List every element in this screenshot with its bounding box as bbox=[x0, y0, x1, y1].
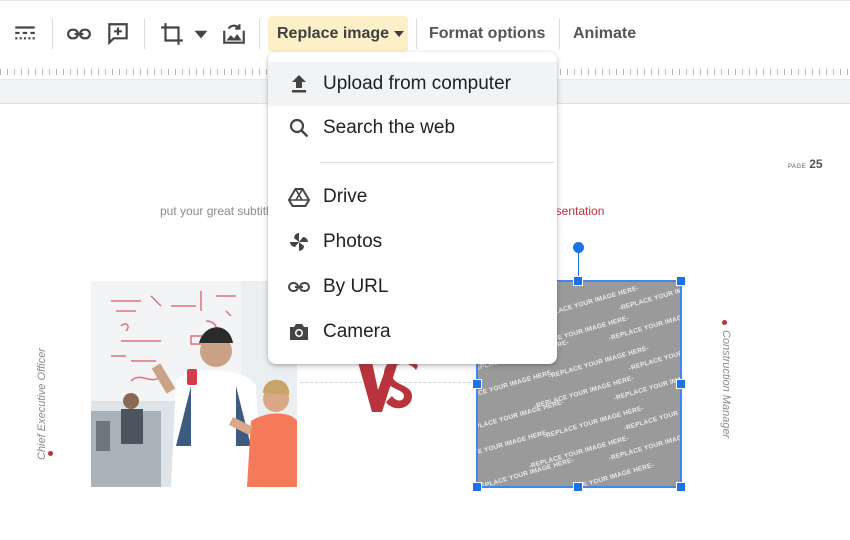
camera-icon bbox=[286, 319, 312, 345]
resize-handle-top-right[interactable] bbox=[676, 276, 686, 286]
rotate-handle[interactable] bbox=[573, 242, 584, 253]
replace-image-label: Replace image bbox=[277, 25, 390, 42]
team-photo[interactable] bbox=[91, 281, 297, 487]
menu-item-label: Upload from computer bbox=[323, 73, 511, 94]
resize-handle-right[interactable] bbox=[676, 379, 686, 389]
menu-divider bbox=[320, 162, 554, 163]
toolbar-divider bbox=[416, 19, 417, 49]
menu-item-label: Photos bbox=[323, 231, 383, 252]
resize-handle-bottom[interactable] bbox=[573, 482, 583, 492]
resize-handle-bottom-right[interactable] bbox=[676, 482, 686, 492]
toolbar-divider bbox=[144, 19, 145, 49]
animate-button[interactable]: Animate bbox=[573, 25, 636, 43]
format-options-button[interactable]: Format options bbox=[429, 25, 545, 43]
slides-editor: Replace image Format options Animate PAG… bbox=[0, 0, 850, 540]
drive-icon bbox=[286, 184, 312, 210]
menu-item-upload-from-computer[interactable]: Upload from computer bbox=[268, 62, 557, 106]
team-photo-illustration bbox=[91, 281, 297, 487]
resize-handle-left[interactable] bbox=[472, 379, 482, 389]
page-number: 25 bbox=[809, 157, 823, 171]
crop-dropdown-caret-icon[interactable] bbox=[188, 19, 214, 49]
resize-handle-bottom-left[interactable] bbox=[472, 482, 482, 492]
reset-image-icon[interactable] bbox=[219, 19, 249, 49]
replace-image-menu: Upload from computer Search the web Driv… bbox=[268, 52, 557, 364]
resize-handle-top[interactable] bbox=[573, 276, 583, 286]
menu-item-photos[interactable]: Photos bbox=[268, 220, 557, 264]
menu-item-by-url[interactable]: By URL bbox=[268, 265, 557, 309]
menu-item-drive[interactable]: Drive bbox=[268, 175, 557, 219]
line-style-icon[interactable] bbox=[10, 19, 40, 49]
menu-item-camera[interactable]: Camera bbox=[268, 310, 557, 354]
toolbar-divider bbox=[559, 19, 560, 49]
menu-item-label: By URL bbox=[323, 276, 389, 297]
subtitle-text-left[interactable]: put your great subtitl bbox=[160, 204, 269, 218]
left-accent-dot bbox=[48, 451, 53, 456]
right-role-label[interactable]: Construction Manager bbox=[720, 330, 732, 438]
menu-item-label: Search the web bbox=[323, 117, 456, 138]
page-label: PAGE bbox=[788, 164, 807, 170]
menu-item-label: Camera bbox=[323, 321, 391, 342]
upload-icon bbox=[286, 71, 312, 97]
toolbar-divider bbox=[52, 19, 53, 49]
add-comment-icon[interactable] bbox=[103, 19, 133, 49]
menu-item-label: Drive bbox=[323, 186, 368, 207]
search-icon bbox=[286, 115, 312, 141]
left-role-label[interactable]: Chief Executive Officer bbox=[36, 348, 48, 460]
photos-icon bbox=[286, 229, 312, 255]
crop-icon[interactable] bbox=[157, 19, 187, 49]
insert-link-icon[interactable] bbox=[64, 19, 94, 49]
subtitle-text-right[interactable]: esentation bbox=[549, 204, 604, 218]
replace-image-button[interactable]: Replace image bbox=[268, 16, 408, 52]
toolbar-divider bbox=[259, 19, 260, 49]
menu-item-search-the-web[interactable]: Search the web bbox=[268, 106, 557, 150]
page-number-label: PAGE 25 bbox=[788, 157, 823, 171]
chevron-down-icon bbox=[394, 31, 405, 37]
right-accent-dot bbox=[722, 320, 727, 325]
link-icon bbox=[286, 274, 312, 300]
